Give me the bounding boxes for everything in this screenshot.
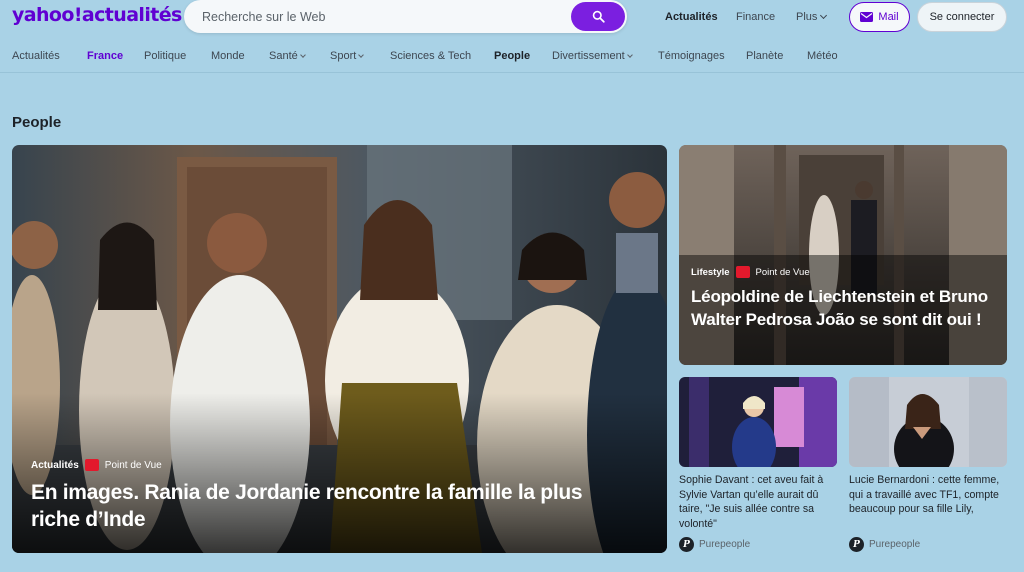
hero-category[interactable]: Actualités [31, 460, 79, 471]
purepeople-logo-icon: P [679, 537, 694, 552]
hero-meta: Actualités Point de Vue [31, 459, 162, 471]
nav-item-meteo[interactable]: Météo [807, 50, 838, 62]
chevron-down-icon [626, 52, 633, 58]
nav-item-france[interactable]: France [87, 50, 123, 62]
article-thumbnail [679, 377, 837, 467]
small-article-card-1[interactable]: Sophie Davant : cet aveu fait à Sylvie V… [679, 377, 837, 557]
nav-item-monde[interactable]: Monde [211, 50, 245, 62]
mail-button[interactable]: Mail [849, 2, 910, 32]
nav-item-divertissement[interactable]: Divertissement [552, 50, 633, 62]
secondary-category[interactable]: Lifestyle [691, 267, 730, 278]
search-button[interactable] [571, 2, 625, 31]
search-icon [592, 10, 605, 23]
hero-source: Point de Vue [104, 459, 162, 471]
secondary-photo [679, 145, 1007, 365]
nav-divider [0, 72, 1024, 73]
nav-label-sante: Santé [269, 50, 298, 62]
login-button[interactable]: Se connecter [917, 2, 1007, 32]
chevron-down-icon [820, 11, 828, 20]
secondary-article-card[interactable]: Lifestyle Point de Vue Léopoldine de Lie… [679, 145, 1007, 365]
nav-item-people[interactable]: People [494, 50, 530, 62]
hero-article-card[interactable]: Actualités Point de Vue En images. Rania… [12, 145, 667, 553]
secondary-source: Point de Vue [755, 266, 810, 278]
nav-item-actualites[interactable]: Actualités [12, 50, 60, 62]
small-article-card-2[interactable]: Lucie Bernardoni : cette femme, qui a tr… [849, 377, 1007, 557]
nav-item-sport[interactable]: Sport [330, 50, 365, 62]
nav-item-sante[interactable]: Santé [269, 50, 306, 62]
yahoo-logo[interactable]: yahoo!actualités [12, 4, 182, 26]
top-nav-plus[interactable]: Plus [796, 11, 828, 23]
plus-label: Plus [796, 11, 818, 23]
login-label: Se connecter [929, 11, 995, 23]
nav-item-politique[interactable]: Politique [144, 50, 186, 62]
top-bar: yahoo!actualités Actualités Finance Plus… [0, 0, 1024, 36]
small-article-1-headline[interactable]: Sophie Davant : cet aveu fait à Sylvie V… [679, 473, 835, 531]
category-nav: Actualités France Politique Monde Santé … [0, 45, 1024, 69]
search-input[interactable] [184, 0, 564, 33]
secondary-meta: Lifestyle Point de Vue [691, 266, 810, 278]
small-article-1-source: P Purepeople [679, 537, 750, 552]
top-nav-finance[interactable]: Finance [736, 11, 775, 23]
point-de-vue-logo-icon [84, 459, 99, 471]
section-title: People [12, 114, 62, 131]
mail-label: Mail [878, 11, 899, 23]
point-de-vue-logo-icon [735, 266, 750, 278]
purepeople-logo-icon: P [849, 537, 864, 552]
nav-item-temoignages[interactable]: Témoignages [658, 50, 725, 62]
top-nav-actualites[interactable]: Actualités [665, 11, 718, 23]
chevron-down-icon [299, 52, 306, 58]
hero-headline[interactable]: En images. Rania de Jordanie rencontre l… [31, 479, 631, 533]
nav-label-divertissement: Divertissement [552, 50, 625, 62]
search-box [184, 0, 627, 33]
small-article-2-source: P Purepeople [849, 537, 920, 552]
nav-label-sport: Sport [330, 50, 357, 62]
source-label: Purepeople [699, 539, 751, 550]
secondary-headline[interactable]: Léopoldine de Liechtenstein et Bruno Wal… [691, 286, 1001, 331]
small-article-2-headline[interactable]: Lucie Bernardoni : cette femme, qui a tr… [849, 473, 1005, 517]
mail-icon [860, 12, 874, 22]
article-thumbnail [849, 377, 1007, 467]
source-label: Purepeople [869, 539, 921, 550]
nav-item-planete[interactable]: Planète [746, 50, 783, 62]
chevron-down-icon [358, 52, 365, 58]
nav-item-sciences-tech[interactable]: Sciences & Tech [390, 50, 471, 62]
